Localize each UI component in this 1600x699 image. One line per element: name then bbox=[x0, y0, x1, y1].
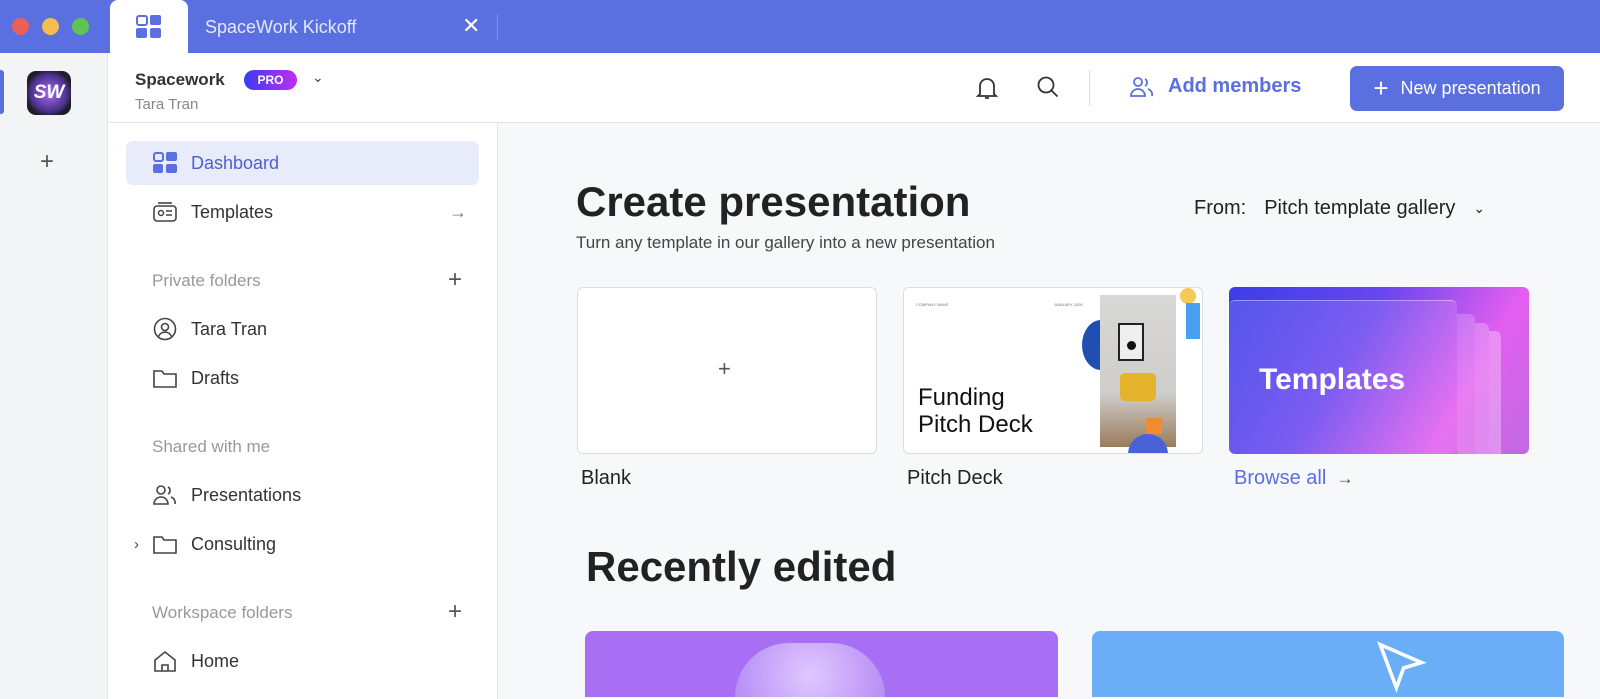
grid-icon bbox=[153, 152, 177, 173]
add-workspace-button[interactable]: + bbox=[40, 148, 54, 176]
sidebar-item-templates[interactable]: Templates → bbox=[126, 190, 479, 234]
users-icon bbox=[153, 485, 176, 505]
sidebar-item-label: Tara Tran bbox=[191, 318, 268, 339]
blank-label: Blank bbox=[581, 467, 632, 489]
sidebar-item-label: Dashboard bbox=[191, 152, 280, 173]
sidebar-item-presentations[interactable]: Presentations bbox=[126, 473, 479, 517]
rail-selection-indicator bbox=[0, 70, 4, 114]
user-icon bbox=[153, 317, 177, 341]
templates-icon bbox=[153, 202, 177, 222]
chevron-down-icon: ⌄ bbox=[1473, 200, 1486, 216]
pitch-thumb-title: Funding Pitch Deck bbox=[918, 384, 1033, 438]
new-presentation-label: New presentation bbox=[1400, 78, 1541, 98]
minimize-window-button[interactable] bbox=[42, 18, 59, 35]
workspace-user: Tara Tran bbox=[135, 96, 199, 113]
sidebar-item-label: Consulting bbox=[191, 533, 277, 554]
grid-icon bbox=[136, 14, 161, 38]
sidebar-item-label: Drafts bbox=[191, 367, 240, 388]
search-icon[interactable] bbox=[1036, 75, 1060, 99]
workspace-logo[interactable]: SW bbox=[27, 71, 71, 115]
tab-dashboard[interactable] bbox=[110, 0, 188, 53]
arrow-right-icon: → bbox=[449, 201, 467, 222]
close-tab-icon[interactable]: ✕ bbox=[462, 13, 480, 39]
templates-card[interactable]: Templates bbox=[1229, 287, 1529, 454]
recent-presentation-card[interactable] bbox=[585, 631, 1058, 697]
template-source-select[interactable]: From: Pitch template gallery ⌄ bbox=[1194, 197, 1485, 220]
decor-sphere bbox=[735, 643, 885, 697]
workspace-name[interactable]: Spacework bbox=[135, 70, 225, 90]
add-members-button[interactable]: Add members bbox=[1130, 75, 1301, 98]
templates-thumb-title: Templates bbox=[1259, 363, 1406, 396]
section-workspace-folders: Workspace folders bbox=[152, 603, 293, 622]
add-members-label: Add members bbox=[1168, 75, 1302, 97]
recently-edited-title: Recently edited bbox=[586, 543, 897, 590]
users-icon bbox=[1130, 76, 1154, 97]
pitch-deck-label: Pitch Deck bbox=[907, 467, 1003, 489]
plus-icon: + bbox=[718, 356, 731, 381]
main-content: Create presentation Turn any template in… bbox=[498, 123, 1600, 699]
sidebar-item-drafts[interactable]: Drafts bbox=[126, 356, 479, 400]
page-subtitle: Turn any template in our gallery into a … bbox=[576, 233, 995, 252]
home-icon bbox=[154, 650, 176, 672]
tab-divider bbox=[497, 14, 498, 40]
add-private-folder-button[interactable]: + bbox=[448, 266, 462, 294]
section-private-folders: Private folders bbox=[152, 271, 261, 290]
chevron-right-icon[interactable]: › bbox=[134, 536, 139, 553]
cursor-icon bbox=[1377, 641, 1427, 693]
tab-presentation[interactable]: SpaceWork Kickoff bbox=[205, 17, 356, 38]
add-workspace-folder-button[interactable]: + bbox=[448, 598, 462, 626]
header-divider bbox=[1089, 70, 1090, 106]
browse-all-link[interactable]: Browse all → bbox=[1234, 467, 1354, 490]
sidebar-item-tara-tran[interactable]: Tara Tran bbox=[126, 307, 479, 351]
sidebar-item-label: Templates bbox=[191, 201, 274, 222]
sidebar-item-label: Home bbox=[191, 650, 240, 671]
blank-card[interactable]: + bbox=[577, 287, 877, 454]
room-photo bbox=[1100, 295, 1176, 447]
pitch-deck-card[interactable]: COMPANY NAME JANUARY 2026 Funding Pitch … bbox=[903, 287, 1203, 454]
maximize-window-button[interactable] bbox=[72, 18, 89, 35]
pitch-date: JANUARY 2026 bbox=[1054, 302, 1083, 307]
plus-icon: + bbox=[1373, 73, 1389, 103]
folder-icon bbox=[153, 370, 177, 388]
from-value: Pitch template gallery bbox=[1264, 197, 1456, 219]
pro-badge: PRO bbox=[244, 70, 297, 90]
folder-icon bbox=[153, 536, 177, 554]
sidebar-item-home[interactable]: Home bbox=[126, 639, 479, 683]
browse-all-label: Browse all bbox=[1234, 467, 1327, 489]
sidebar-item-dashboard[interactable]: Dashboard bbox=[126, 141, 479, 185]
page-title: Create presentation bbox=[576, 178, 971, 225]
bell-icon[interactable] bbox=[975, 75, 999, 101]
arrow-right-icon: → bbox=[1331, 469, 1354, 488]
from-label: From: bbox=[1194, 197, 1247, 219]
close-window-button[interactable] bbox=[12, 18, 29, 35]
company-name: COMPANY NAME bbox=[916, 302, 949, 307]
tab-bar: SpaceWork Kickoff ✕ bbox=[0, 0, 1600, 53]
chevron-down-icon[interactable]: ⌄ bbox=[312, 69, 324, 86]
new-presentation-button[interactable]: + New presentation bbox=[1350, 66, 1564, 111]
recent-presentation-card[interactable] bbox=[1092, 631, 1564, 697]
sidebar: Dashboard Templates → Private folders + … bbox=[108, 123, 498, 699]
header: Spacework PRO ⌄ Tara Tran Add members + … bbox=[108, 53, 1600, 123]
sidebar-item-consulting[interactable]: › Consulting bbox=[126, 522, 479, 566]
sidebar-item-label: Presentations bbox=[191, 484, 302, 505]
section-shared-with-me: Shared with me bbox=[152, 437, 271, 456]
